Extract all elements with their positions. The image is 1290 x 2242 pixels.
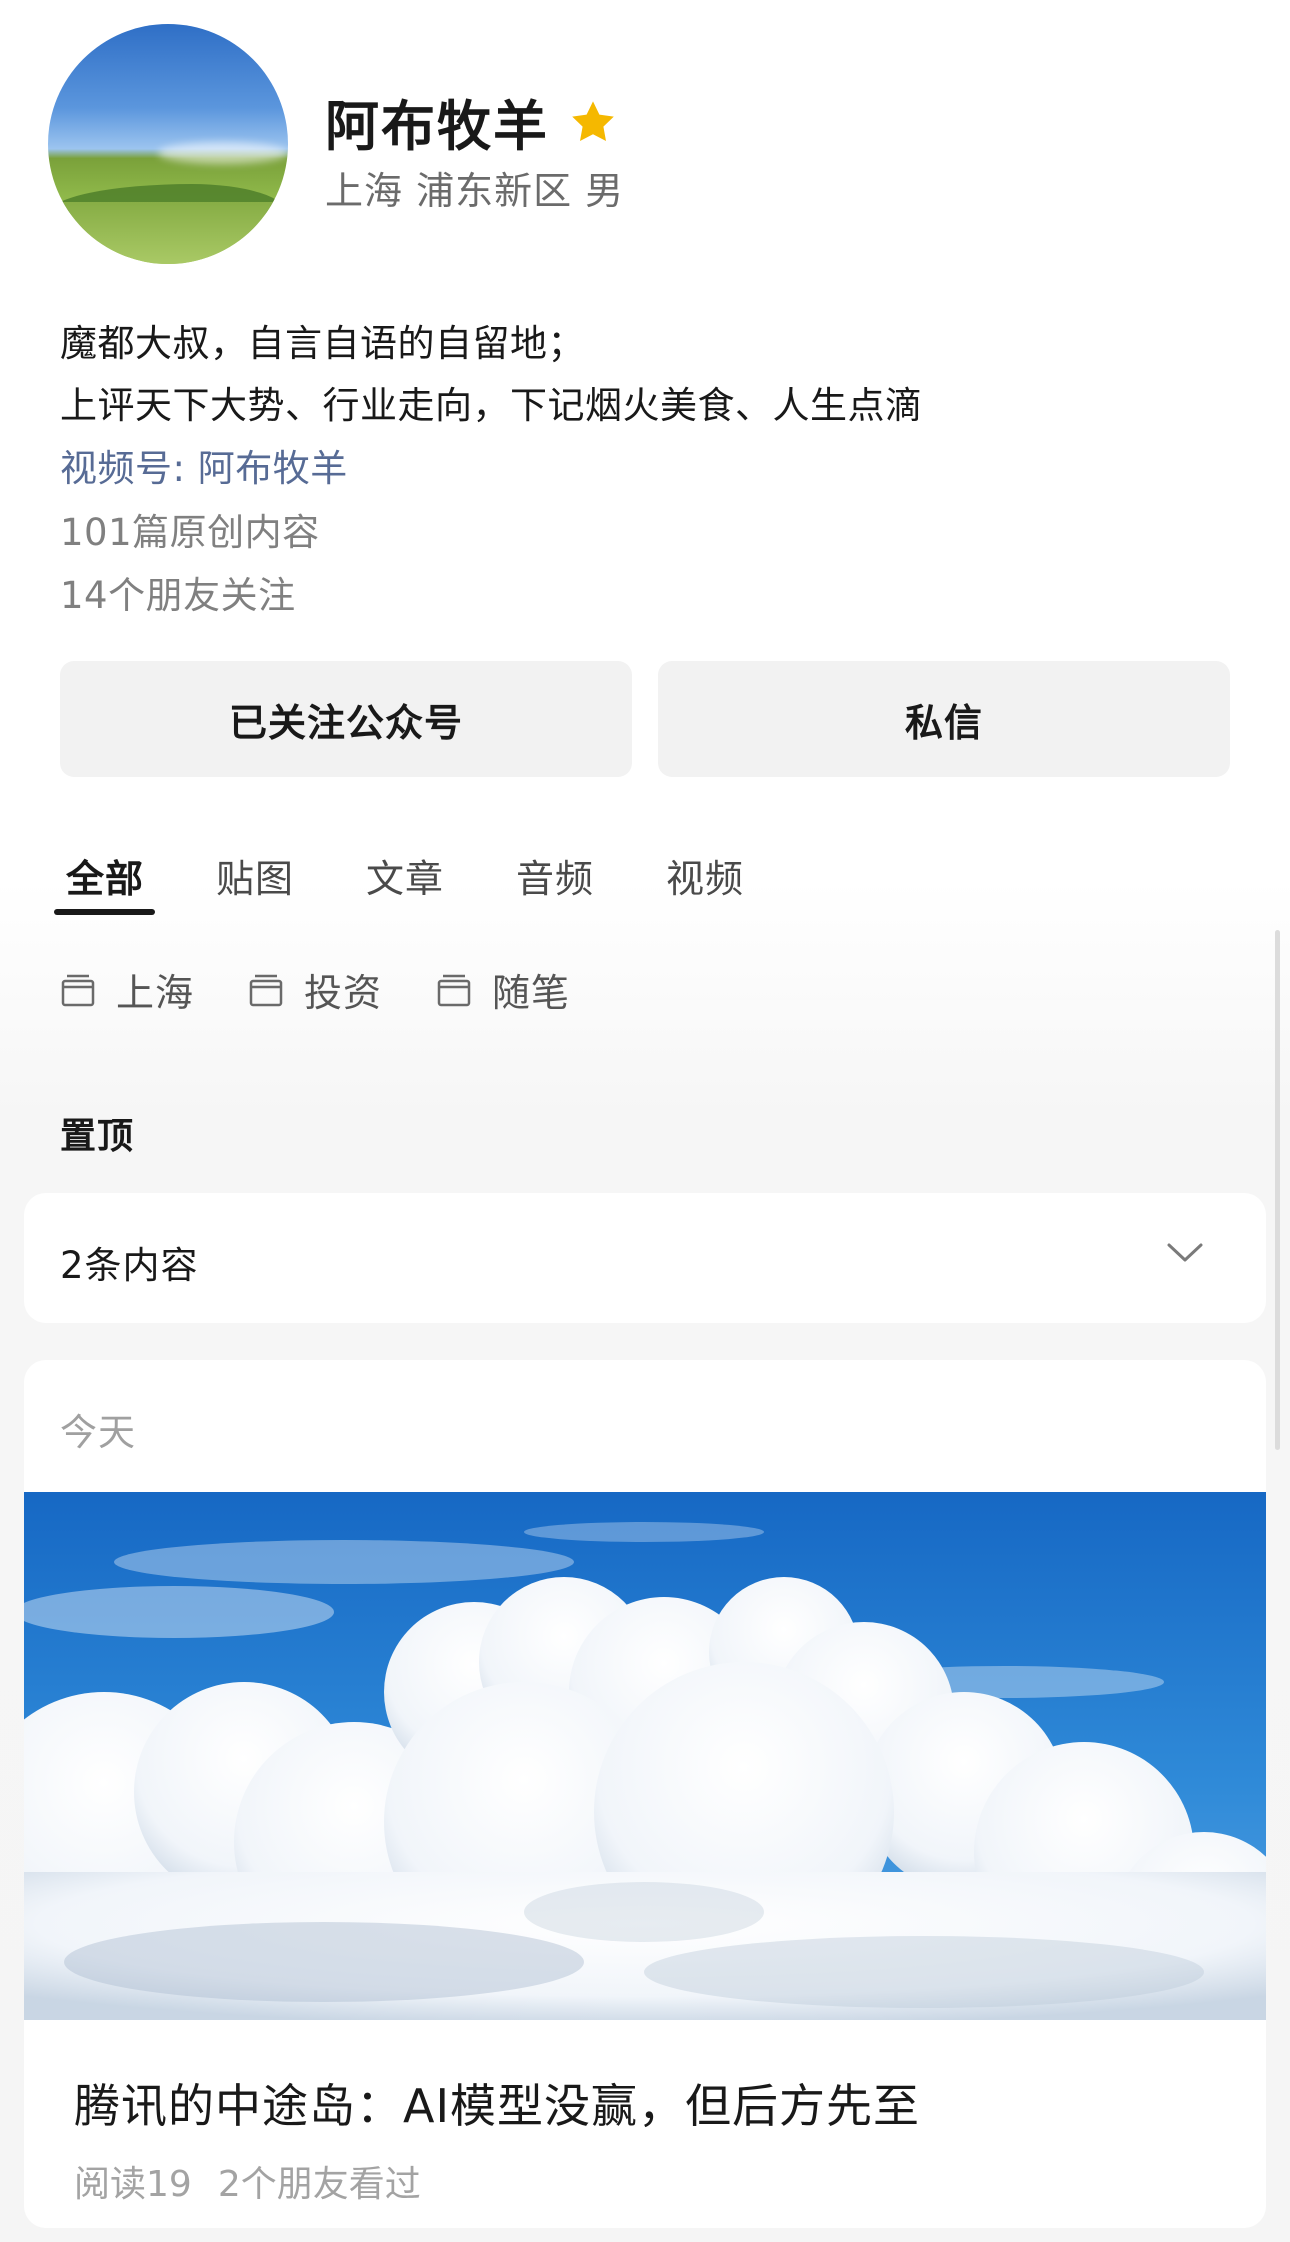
video-channel-link[interactable]: 视频号: 阿布牧羊 [60, 438, 348, 492]
tab-all[interactable]: 全部 [54, 840, 204, 920]
avatar-cloud [158, 142, 288, 164]
pinned-section-title: 置顶 [60, 1116, 135, 1157]
tab-audio[interactable]: 音频 [504, 840, 654, 920]
followed-account-button[interactable]: 已关注公众号 [60, 661, 632, 777]
tab-label: 贴图 [216, 857, 295, 901]
private-message-button[interactable]: 私信 [658, 661, 1230, 777]
tab-posts[interactable]: 贴图 [204, 840, 354, 920]
article-title[interactable]: 腾讯的中途岛：AI模型没赢，但后方先至 [74, 2070, 920, 2136]
tab-label: 全部 [66, 857, 145, 901]
album-label: 上海 [116, 971, 195, 1015]
bio-line-2: 上评天下大势、行业走向，下记烟火美食、人生点滴 [60, 384, 923, 427]
album-essays[interactable]: 随笔 [436, 962, 570, 1017]
friends-read-count: 2个朋友看过 [217, 2164, 421, 2205]
scrollbar[interactable] [1275, 930, 1280, 1450]
article-meta: 阅读19 2个朋友看过 [74, 2155, 421, 2207]
album-label: 投资 [304, 971, 383, 1015]
tab-articles[interactable]: 文章 [354, 840, 504, 920]
tab-video[interactable]: 视频 [654, 840, 804, 920]
tab-label: 文章 [366, 857, 445, 901]
tab-label: 视频 [666, 857, 745, 901]
profile-name-row: 阿布牧羊 [325, 82, 617, 161]
original-content-count[interactable]: 101篇原创内容 [60, 502, 320, 556]
profile-name: 阿布牧羊 [325, 95, 549, 158]
friends-following-count[interactable]: 14个朋友关注 [60, 565, 296, 619]
star-icon[interactable] [569, 99, 617, 145]
avatar[interactable] [48, 24, 288, 264]
chevron-down-icon[interactable] [1166, 1241, 1204, 1265]
content-tabs: 全部 贴图 文章 音频 视频 [54, 840, 804, 920]
album-icon [248, 972, 284, 1008]
article-cover-image[interactable] [24, 1492, 1266, 2020]
album-icon [60, 972, 96, 1008]
bio-line-1: 魔都大叔，自言自语的自留地； [60, 322, 585, 365]
avatar-grass [48, 202, 288, 264]
active-tab-indicator [54, 909, 155, 915]
pinned-count: 2条内容 [60, 1244, 199, 1287]
album-investment[interactable]: 投资 [248, 962, 382, 1017]
album-list: 上海 投资 随笔 [60, 962, 570, 1017]
album-icon [436, 972, 472, 1008]
read-count: 阅读19 [74, 2164, 192, 2205]
profile-location: 上海 浦东新区 男 [325, 169, 625, 213]
date-label: 今天 [60, 1411, 136, 1454]
album-label: 随笔 [492, 971, 571, 1015]
article-card[interactable]: 今天 腾讯的中途岛：AI模型没赢，但后方先至 阅读19 2个朋友看过 [24, 1360, 1266, 2228]
pinned-content-card[interactable]: 2条内容 [24, 1193, 1266, 1323]
album-shanghai[interactable]: 上海 [60, 962, 194, 1017]
tab-label: 音频 [516, 857, 595, 901]
